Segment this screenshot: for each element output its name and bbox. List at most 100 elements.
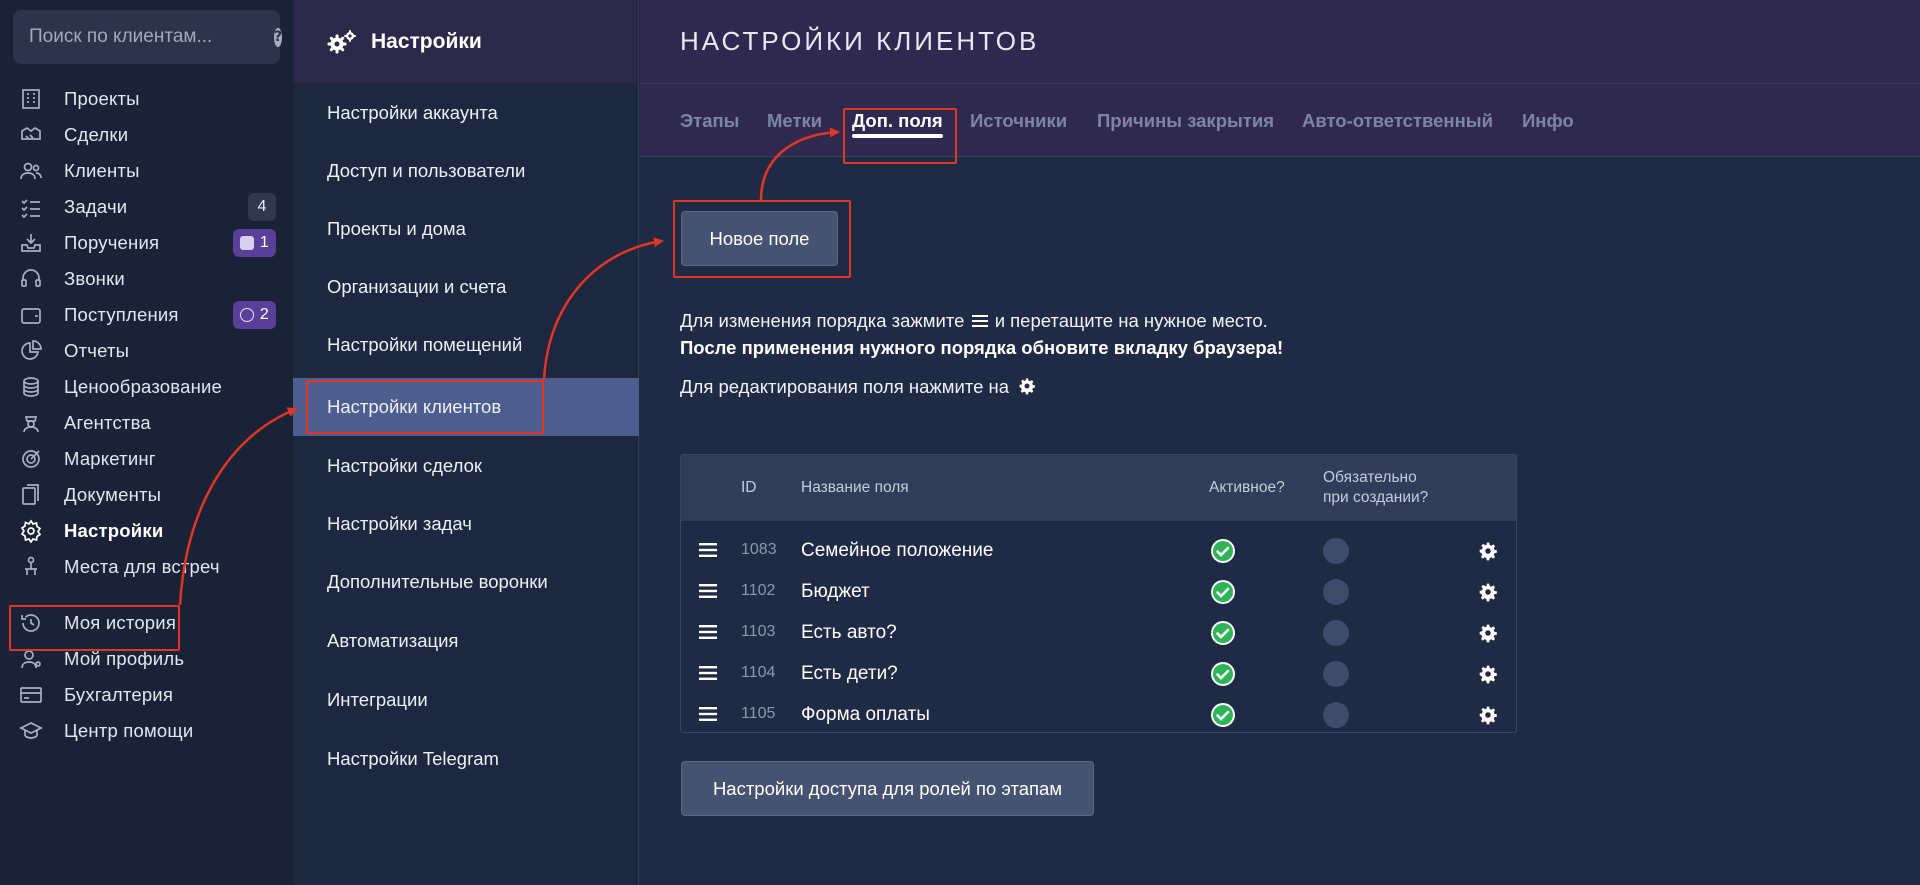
column-id: ID bbox=[741, 479, 757, 496]
field-name: Есть дети? bbox=[801, 663, 898, 684]
field-name: Бюджет bbox=[801, 581, 870, 602]
settings-header: Настройки bbox=[293, 0, 638, 83]
sidebar-item-meeting-places[interactable]: Места для встреч bbox=[0, 545, 293, 589]
tasks-count-badge: 4 bbox=[248, 193, 276, 221]
sidebar-item-label: Ценообразование bbox=[64, 376, 223, 397]
settings-item-organizations[interactable]: Организации и счета bbox=[293, 258, 639, 316]
settings-item-integrations[interactable]: Интеграции bbox=[293, 671, 639, 729]
sidebar-item-label: Клиенты bbox=[64, 160, 140, 181]
history-icon bbox=[18, 610, 44, 636]
sidebar-item-help-center[interactable]: Центр помощи bbox=[0, 709, 293, 753]
gear-icon[interactable] bbox=[1478, 623, 1498, 643]
tab-info[interactable]: Инфо bbox=[1522, 84, 1574, 157]
column-required: Обязательно при создании? bbox=[1323, 469, 1429, 506]
gear-icon[interactable] bbox=[1478, 582, 1498, 602]
sidebar-item-label: Мой профиль bbox=[64, 648, 185, 669]
reorder-hint: Для изменения порядка зажмите и перетащи… bbox=[680, 310, 1268, 331]
field-name: Семейное положение bbox=[801, 540, 994, 561]
required-toggle[interactable] bbox=[1323, 538, 1349, 564]
gear-icon[interactable] bbox=[1478, 705, 1498, 725]
settings-item-access[interactable]: Доступ и пользователи bbox=[293, 142, 639, 200]
settings-item-deals[interactable]: Настройки сделок bbox=[293, 437, 639, 495]
main-content: НАСТРОЙКИ КЛИЕНТОВ Этапы Метки Доп. поля… bbox=[640, 0, 1920, 885]
refresh-warning: После применения нужного порядка обновит… bbox=[680, 337, 1284, 358]
checkbox-icon bbox=[239, 236, 254, 250]
edit-hint: Для редактирования поля нажмите на bbox=[680, 376, 1036, 398]
drag-handle-icon[interactable] bbox=[699, 583, 717, 599]
settings-item-automation[interactable]: Автоматизация bbox=[293, 612, 639, 670]
drag-handle-icon[interactable] bbox=[699, 542, 717, 558]
sidebar-item-label: Отчеты bbox=[64, 340, 130, 361]
settings-item-telegram[interactable]: Настройки Telegram bbox=[293, 730, 639, 788]
extra-fields-table: ID Название поля Активное? Обязательно п… bbox=[680, 454, 1517, 733]
settings-item-account[interactable]: Настройки аккаунта bbox=[293, 84, 639, 142]
wallet-icon bbox=[18, 302, 44, 328]
column-name: Название поля bbox=[801, 479, 909, 496]
sidebar-item-label: Поступления bbox=[64, 304, 179, 325]
check-circle-icon[interactable] bbox=[1210, 661, 1236, 687]
tab-close-reasons[interactable]: Причины закрытия bbox=[1097, 84, 1274, 157]
drag-handle-icon[interactable] bbox=[699, 706, 717, 722]
alert-icon bbox=[239, 308, 254, 322]
table-header: ID Название поля Активное? Обязательно п… bbox=[681, 455, 1516, 521]
building-icon bbox=[18, 86, 44, 112]
client-search: ? bbox=[13, 10, 283, 64]
role-access-settings-button[interactable]: Настройки доступа для ролей по этапам bbox=[681, 761, 1094, 816]
search-input[interactable] bbox=[29, 26, 274, 48]
table-row: 1083 Семейное положение bbox=[681, 530, 1516, 571]
drag-handle-icon[interactable] bbox=[699, 665, 717, 681]
tab-tags[interactable]: Метки bbox=[767, 84, 822, 157]
gear-icon[interactable] bbox=[1478, 541, 1498, 561]
table-row: 1103 Есть авто? bbox=[681, 612, 1516, 653]
required-toggle[interactable] bbox=[1323, 620, 1349, 646]
sidebar-item-label: Места для встреч bbox=[64, 556, 220, 577]
new-field-button[interactable]: Новое поле bbox=[681, 211, 838, 266]
card-icon bbox=[18, 682, 44, 708]
headset-icon bbox=[18, 266, 44, 292]
settings-title: Настройки bbox=[371, 29, 482, 53]
settings-item-tasks[interactable]: Настройки задач bbox=[293, 495, 639, 553]
users-icon bbox=[18, 158, 44, 184]
meeting-icon bbox=[18, 554, 44, 580]
settings-item-clients[interactable]: Настройки клиентов bbox=[293, 378, 639, 436]
graduation-icon bbox=[18, 718, 44, 744]
drag-handle-icon bbox=[971, 315, 988, 327]
check-circle-icon[interactable] bbox=[1210, 620, 1236, 646]
gear-icon[interactable] bbox=[1478, 664, 1498, 684]
settings-item-projects[interactable]: Проекты и дома bbox=[293, 200, 639, 258]
assignments-count-badge: 1 bbox=[232, 229, 276, 257]
settings-item-premises[interactable]: Настройки помещений bbox=[293, 316, 639, 374]
drag-handle-icon[interactable] bbox=[699, 624, 717, 640]
settings-item-funnels[interactable]: Дополнительные воронки bbox=[293, 553, 639, 611]
sidebar-item-label: Сделки bbox=[64, 124, 129, 145]
tab-extra-fields[interactable]: Доп. поля bbox=[852, 84, 943, 157]
sidebar-item-label: Проекты bbox=[64, 88, 140, 109]
target-icon bbox=[18, 446, 44, 472]
check-circle-icon[interactable] bbox=[1210, 579, 1236, 605]
sidebar-item-label: Задачи bbox=[64, 196, 128, 217]
tasks-icon bbox=[18, 194, 44, 220]
required-toggle[interactable] bbox=[1323, 702, 1349, 728]
documents-icon bbox=[18, 482, 44, 508]
field-id: 1083 bbox=[741, 541, 777, 558]
field-name: Форма оплаты bbox=[801, 704, 930, 725]
gears-icon bbox=[327, 29, 356, 53]
sidebar-item-label: Бухгалтерия bbox=[64, 684, 174, 705]
sidebar-item-label: Центр помощи bbox=[64, 720, 194, 741]
page-header: НАСТРОЙКИ КЛИЕНТОВ bbox=[640, 0, 1920, 84]
tab-auto-responsible[interactable]: Авто-ответственный bbox=[1302, 84, 1493, 157]
check-circle-icon[interactable] bbox=[1210, 538, 1236, 564]
tab-stages[interactable]: Этапы bbox=[680, 84, 739, 157]
sidebar-item-label: Настройки bbox=[64, 520, 164, 541]
required-toggle[interactable] bbox=[1323, 661, 1349, 687]
receipts-count-badge: 2 bbox=[232, 301, 276, 329]
table-row: 1102 Бюджет bbox=[681, 571, 1516, 612]
field-id: 1104 bbox=[741, 664, 776, 681]
app-sidebar: ? Проекты Сделки Клиенты Задачи 4 Поруче… bbox=[0, 0, 293, 885]
check-circle-icon[interactable] bbox=[1210, 702, 1236, 728]
help-icon[interactable]: ? bbox=[274, 27, 283, 47]
sidebar-item-label: Документы bbox=[64, 484, 162, 505]
coins-icon bbox=[18, 374, 44, 400]
required-toggle[interactable] bbox=[1323, 579, 1349, 605]
tab-sources[interactable]: Источники bbox=[970, 84, 1067, 157]
